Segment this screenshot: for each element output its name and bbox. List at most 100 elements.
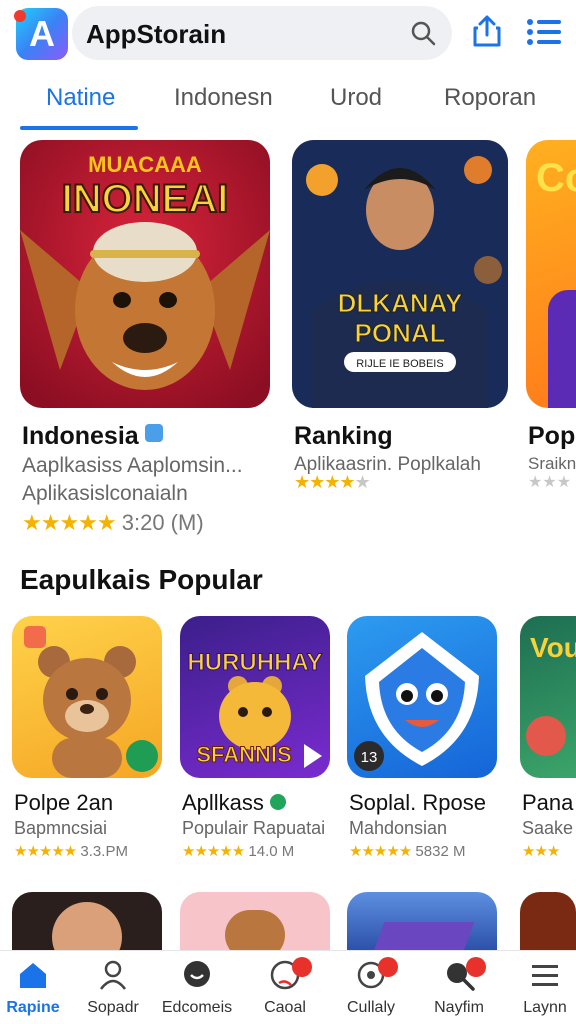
bear-artwork <box>225 910 285 952</box>
share-icon[interactable] <box>470 14 504 48</box>
popular-app-card[interactable]: Vou Pana Saake ★★★ <box>520 616 576 866</box>
app-rating-meta: 14.0 M <box>248 843 295 860</box>
art-flower <box>526 716 566 756</box>
app-name: Ranking <box>294 422 393 450</box>
hamster-artwork: HURUHHAY SFANNIS <box>187 649 323 768</box>
nav-label: Cullaly <box>346 999 395 1016</box>
svg-text:DLKANAY: DLKANAY <box>338 288 463 318</box>
svg-text:PONAL: PONAL <box>355 318 446 348</box>
star-rating-icon: ★★★★★ <box>14 843 77 860</box>
bear-artwork <box>24 626 158 778</box>
tab-natine[interactable]: Natine <box>46 84 115 112</box>
section-title: Eapulkais Popular <box>20 564 263 595</box>
app-name: Indonesia <box>22 422 163 451</box>
nav-item-chat[interactable]: Edcomeis <box>156 951 238 1024</box>
featured-app-card[interactable]: DLKANAY PONAL RIJLE IE BOBEIS Ranking Ap… <box>292 140 508 540</box>
featured-app-image[interactable]: Co <box>526 140 576 408</box>
nav-item-profile[interactable]: Sopadr <box>72 951 154 1024</box>
app-card-peek[interactable] <box>180 892 330 952</box>
app-subtitle: Aaplkasiss Aaplomsin... <box>22 454 243 477</box>
app-name: Pana <box>522 790 574 815</box>
verified-icon <box>144 424 163 442</box>
art-title: HURUHHAY <box>187 649 322 676</box>
art-caption: RIJLE IE BOBEIS <box>356 358 443 370</box>
popular-app-card[interactable]: 13 Soplal. Rpose Mahdonsian ★★★★★ 5832 M <box>347 616 497 866</box>
search-icon[interactable] <box>410 20 436 46</box>
search-bar[interactable]: AppStorain <box>72 6 452 60</box>
tab-indonesn[interactable]: Indonesn <box>174 84 273 112</box>
app-name-text: Apllkass <box>182 790 264 815</box>
hamburger-icon <box>532 965 558 986</box>
nav-item-search-circle[interactable]: Cullaly <box>330 951 412 1024</box>
nav-label: Caoal <box>264 999 306 1016</box>
chat-icon <box>184 961 210 987</box>
app-title: AppStorain <box>86 19 227 49</box>
art-figure <box>548 290 576 408</box>
popular-app-image[interactable]: HURUHHAY SFANNIS <box>180 616 330 778</box>
rating-row: ★★★★★ 5832 M <box>349 842 465 860</box>
app-card-peek[interactable] <box>520 892 576 952</box>
app-card-peek[interactable] <box>12 892 162 952</box>
rating-row: ★★★ <box>528 474 572 491</box>
app-name-text: Indonesia <box>22 422 139 450</box>
art-title: Vou <box>530 632 576 663</box>
category-tabs: Natine Indonesn Urod Roporan <box>0 72 576 132</box>
app-subtitle: Populair Rapuatai <box>182 818 326 838</box>
popular-app-card[interactable]: HURUHHAY SFANNIS Apllkass Populair Rapua… <box>180 616 330 866</box>
rating-row: ★★★★★ 3:20 (M) <box>22 510 204 536</box>
nav-item-menu[interactable]: Laynn <box>504 951 576 1024</box>
bottom-navigation: Rapine Sopadr Edcomeis Caoal Cullaly Nay… <box>0 950 576 1024</box>
popular-app-image[interactable]: 13 <box>347 616 497 778</box>
notification-badge <box>292 957 312 977</box>
app-rating-meta: 5832 M <box>415 843 466 860</box>
rating-row: ★★★★★ 14.0 M <box>182 842 294 860</box>
art-title: INONEAI <box>62 177 229 221</box>
nav-label: Nayfim <box>434 999 484 1016</box>
active-tab-indicator <box>20 126 138 130</box>
app-subtitle-2: Aplikasislconaialn <box>22 482 188 505</box>
featured-app-card[interactable]: Co Popl Sraikn ★★★ <box>526 140 576 540</box>
app-name: Apllkass <box>182 790 286 816</box>
art-title-top: MUACAAA <box>88 152 202 177</box>
app-card-peek[interactable] <box>347 892 497 952</box>
featured-app-card[interactable]: MUACAAA INONEAI Indonesia Aaplkasiss Aap… <box>20 140 270 540</box>
app-subtitle: Sraikn <box>528 454 576 473</box>
app-subtitle: Mahdonsian <box>349 818 448 838</box>
rating-row: ★★★★★ <box>294 472 371 492</box>
app-header: A AppStorain <box>0 0 576 66</box>
star-rating-icon: ★★★★★ <box>349 843 412 860</box>
app-subtitle: Bapmncsiai <box>14 818 108 838</box>
nav-label: Laynn <box>523 999 567 1016</box>
popular-app-image[interactable] <box>12 616 162 778</box>
art-caption: SFANNIS <box>196 742 291 767</box>
nav-item-home[interactable]: Rapine <box>0 951 74 1024</box>
featured-app-image[interactable]: DLKANAY PONAL RIJLE IE BOBEIS <box>292 140 508 408</box>
featured-app-image[interactable]: MUACAAA INONEAI <box>20 140 270 408</box>
dog-mascot-artwork: MUACAAA INONEAI <box>20 140 270 408</box>
home-icon <box>20 963 46 988</box>
app-name: Popl <box>528 422 576 450</box>
person-artwork <box>52 902 122 952</box>
list-menu-icon[interactable] <box>526 16 562 48</box>
rating-row: ★★★★★ 3.3.PM <box>14 842 128 860</box>
mountain-artwork <box>369 922 475 952</box>
popular-app-card[interactable]: Polpe 2an Bapmncsiai ★★★★★ 3.3.PM <box>12 616 162 866</box>
nav-item-search[interactable]: Nayfim <box>418 951 500 1024</box>
star-rating-icon: ★★★ <box>522 843 560 860</box>
nav-label: Edcomeis <box>161 999 233 1016</box>
tab-roporan[interactable]: Roporan <box>444 84 536 112</box>
nav-item-help[interactable]: Caoal <box>244 951 326 1024</box>
popular-app-image[interactable]: Vou <box>520 616 576 778</box>
nav-label: Rapine <box>6 999 60 1016</box>
app-rating-meta: 3.3.PM <box>80 843 128 860</box>
tab-urod[interactable]: Urod <box>330 84 382 112</box>
shield-mascot-artwork: 13 <box>354 632 479 771</box>
ranking-artwork: DLKANAY PONAL RIJLE IE BOBEIS <box>292 140 508 408</box>
verified-icon <box>269 794 286 810</box>
star-rating-icon: ★★★★★ <box>22 510 117 535</box>
app-name: Polpe 2an <box>14 790 114 815</box>
app-badge: 13 <box>361 749 378 766</box>
app-meta: 3:20 (M) <box>121 510 204 535</box>
notification-badge <box>378 957 398 977</box>
art-title: Co <box>536 156 576 200</box>
